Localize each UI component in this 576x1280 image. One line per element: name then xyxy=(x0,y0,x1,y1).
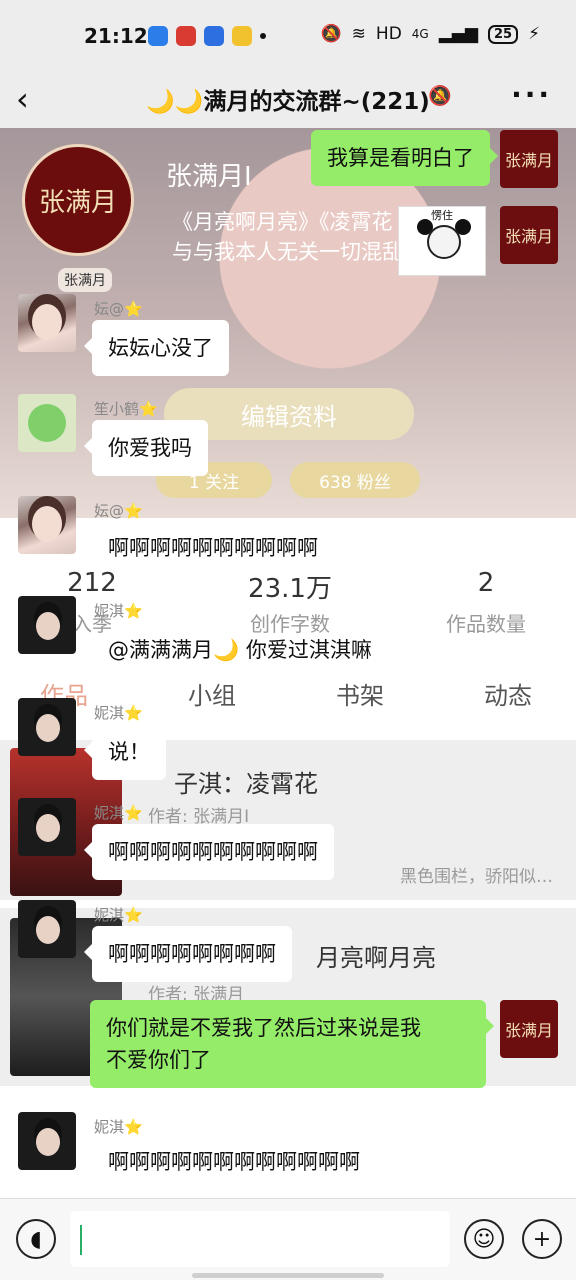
chat-header: ‹ 🌙🌙满月的交流群~(221) 🔕 ··· xyxy=(0,72,576,128)
stat-label: 作品数量 xyxy=(446,612,526,636)
message-bubble[interactable]: 我算是看明白了 xyxy=(311,130,498,186)
voice-icon[interactable]: ◖ xyxy=(16,1219,56,1259)
member-avatar[interactable] xyxy=(18,798,76,856)
sender-name: 妮淇⭐ xyxy=(94,906,143,924)
member-avatar[interactable] xyxy=(18,596,76,654)
charging-icon: ⚡ xyxy=(528,24,540,44)
message-bubble[interactable]: @满满满月🌙 你爱过淇淇嘛 xyxy=(92,622,388,678)
home-indicator[interactable] xyxy=(192,1273,384,1278)
tab-activity: 动态 xyxy=(484,682,532,710)
my-avatar[interactable]: 张满月 xyxy=(500,1000,558,1058)
signal-icon: ▂▄▆ xyxy=(438,24,478,44)
hd-label: HD xyxy=(375,24,402,44)
sender-name: 笙小鹤⭐ xyxy=(94,400,158,418)
member-avatar[interactable] xyxy=(18,394,76,452)
work-title: 子淇：凌霄花 xyxy=(174,770,318,798)
sender-name: 妮淇⭐ xyxy=(94,804,143,822)
message-bubble[interactable]: 说！ xyxy=(84,724,166,780)
app-notification-icon xyxy=(204,26,224,46)
wifi-icon: ≋ xyxy=(351,24,366,44)
bell-muted-icon: 🔕 xyxy=(428,85,452,107)
profile-badge: 张满月 xyxy=(58,268,112,292)
message-bubble[interactable]: 啊啊啊啊啊啊啊啊啊啊啊啊 xyxy=(92,1134,376,1190)
chat-area[interactable]: 张满月 张满月I 张满月 《月亮啊月亮》《凌霄花 与与我本人无关一切混乱 编辑资… xyxy=(0,128,576,1198)
more-notifications-dot-icon xyxy=(260,33,266,39)
sender-name: 妮淇⭐ xyxy=(94,602,143,620)
message-input[interactable] xyxy=(70,1211,450,1267)
tab-bookshelf: 书架 xyxy=(336,682,384,710)
app-notification-icon xyxy=(176,26,196,46)
app-notification-icon xyxy=(148,26,168,46)
message-bubble[interactable]: 啊啊啊啊啊啊啊啊啊啊 xyxy=(84,824,334,880)
panda-sticker[interactable]: 愣住 xyxy=(398,206,486,276)
status-bar: 21:12 🔕 ≋ HD 4G ▂▄▆ 25 ⚡ xyxy=(0,0,576,72)
work-title: 月亮啊月亮 xyxy=(316,944,436,972)
text-cursor xyxy=(80,1225,82,1255)
sticker-caption: 愣住 xyxy=(431,209,453,222)
member-avatar[interactable] xyxy=(18,294,76,352)
member-avatar[interactable] xyxy=(18,900,76,958)
my-avatar[interactable]: 张满月 xyxy=(500,206,558,264)
stat-value: 2 xyxy=(477,568,495,598)
message-bubble[interactable]: 妘妘心没了 xyxy=(84,320,229,376)
sender-name: 妘@⭐ xyxy=(94,502,143,520)
sender-name: 妘@⭐ xyxy=(94,300,143,318)
message-bubble[interactable]: 你们就是不爱我了然后过来说是我 不爱你们了 xyxy=(90,1000,494,1088)
profile-intro-line2: 与与我本人无关一切混乱 xyxy=(172,240,403,264)
work-desc: 黑色围栏，骄阳似… xyxy=(400,867,553,887)
sender-name: 妮淇⭐ xyxy=(94,704,143,722)
profile-logo: 张满月 xyxy=(22,144,134,256)
panda-face-icon xyxy=(427,225,461,259)
emoji-icon[interactable]: ☺ xyxy=(464,1219,504,1259)
status-app-icons xyxy=(148,26,266,46)
message-bubble[interactable]: 啊啊啊啊啊啊啊啊啊啊 xyxy=(92,520,334,576)
member-avatar[interactable] xyxy=(18,1112,76,1170)
status-indicators: 🔕 ≋ HD 4G ▂▄▆ 25 ⚡ xyxy=(321,24,541,44)
profile-name: 张满月I xyxy=(166,162,252,192)
status-time: 21:12 xyxy=(84,24,148,48)
signal-label: 4G xyxy=(411,27,429,41)
app-notification-icon xyxy=(232,26,252,46)
my-avatar[interactable]: 张满月 xyxy=(500,130,558,188)
message-bubble[interactable]: 你爱我吗 xyxy=(84,420,208,476)
battery-icon: 25 xyxy=(487,24,519,44)
plus-icon[interactable]: + xyxy=(522,1219,562,1259)
fans-pill: 638 粉丝 xyxy=(290,462,420,498)
message-bubble[interactable]: 啊啊啊啊啊啊啊啊 xyxy=(84,926,292,982)
member-avatar[interactable] xyxy=(18,496,76,554)
input-bar: ◖ ☺ + xyxy=(0,1198,576,1280)
more-options-button[interactable]: ··· xyxy=(511,78,552,111)
member-avatar[interactable] xyxy=(18,698,76,756)
tab-groups: 小组 xyxy=(188,682,236,710)
vibrate-icon: 🔕 xyxy=(320,24,342,44)
profile-intro-line1: 《月亮啊月亮》《凌霄花 xyxy=(172,210,393,234)
chat-title: 🌙🌙满月的交流群~(221) xyxy=(146,89,430,115)
